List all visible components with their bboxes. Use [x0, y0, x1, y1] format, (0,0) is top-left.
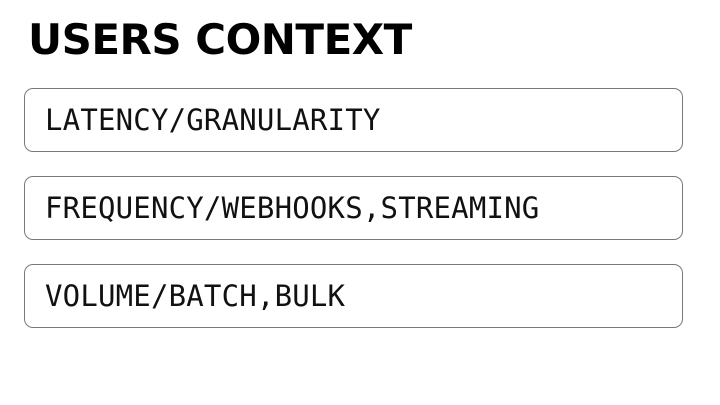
context-list: LATENCY/GRANULARITY FREQUENCY/WEBHOOKS,S… — [24, 88, 683, 352]
context-item-label: VOLUME/BATCH,BULK — [45, 279, 346, 313]
context-item-latency: LATENCY/GRANULARITY — [24, 88, 683, 152]
context-item-label: FREQUENCY/WEBHOOKS,STREAMING — [45, 191, 540, 225]
context-item-volume: VOLUME/BATCH,BULK — [24, 264, 683, 328]
slide-title: USERS CONTEXT — [28, 15, 412, 64]
context-item-label: LATENCY/GRANULARITY — [45, 103, 381, 137]
context-item-frequency: FREQUENCY/WEBHOOKS,STREAMING — [24, 176, 683, 240]
